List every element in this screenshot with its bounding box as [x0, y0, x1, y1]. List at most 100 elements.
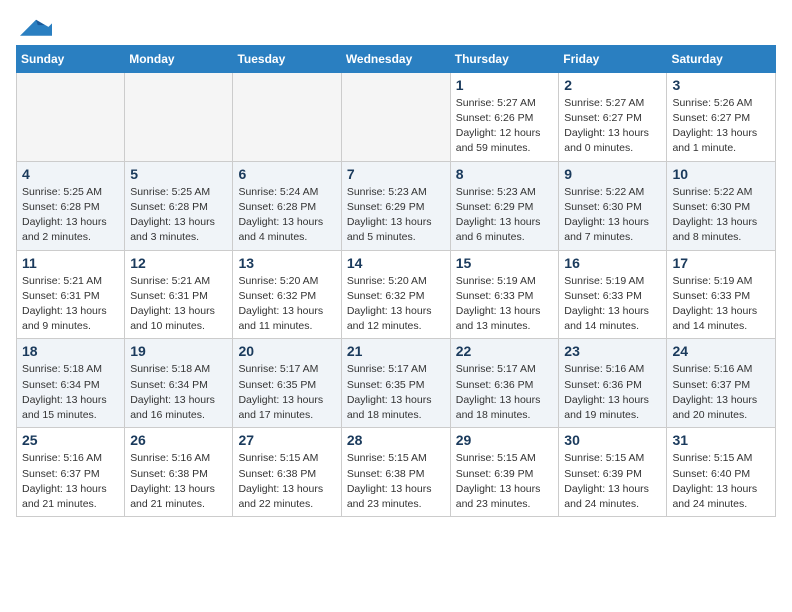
day-number: 14	[347, 255, 445, 271]
day-number: 24	[672, 343, 770, 359]
day-number: 6	[238, 166, 335, 182]
day-info: Sunrise: 5:21 AMSunset: 6:31 PMDaylight:…	[22, 274, 119, 335]
calendar-cell: 24Sunrise: 5:16 AMSunset: 6:37 PMDayligh…	[667, 339, 776, 428]
calendar-cell: 22 Sunrise: 5:17 AMSunset: 6:36 PMDayligh…	[450, 339, 559, 428]
calendar-cell: 21Sunrise: 5:17 AMSunset: 6:35 PMDayligh…	[341, 339, 450, 428]
calendar-cell: 19 Sunrise: 5:18 AMSunset: 6:34 PMDayligh…	[125, 339, 233, 428]
day-number: 22	[456, 343, 554, 359]
day-info: Sunrise: 5:21 AMSunset: 6:31 PMDaylight:…	[130, 274, 227, 335]
calendar-row: 11 Sunrise: 5:21 AMSunset: 6:31 PMDayligh…	[17, 250, 776, 339]
calendar-cell: 20Sunrise: 5:17 AMSunset: 6:35 PMDayligh…	[233, 339, 341, 428]
day-info: Sunrise: 5:18 AMSunset: 6:34 PMDaylight:…	[22, 362, 119, 423]
day-number: 28	[347, 432, 445, 448]
logo-text	[16, 16, 52, 41]
day-info: Sunrise: 5:15 AMSunset: 6:38 PMDaylight:…	[347, 451, 445, 512]
calendar-cell: 3Sunrise: 5:26 AMSunset: 6:27 PMDaylight…	[667, 72, 776, 161]
day-number: 18	[22, 343, 119, 359]
calendar-cell: 2 Sunrise: 5:27 AMSunset: 6:27 PMDaylight…	[559, 72, 667, 161]
day-number: 10	[672, 166, 770, 182]
day-info: Sunrise: 5:17 AMSunset: 6:36 PMDaylight:…	[456, 362, 554, 423]
weekday-header: Wednesday	[341, 45, 450, 72]
day-info: Sunrise: 5:17 AMSunset: 6:35 PMDaylight:…	[238, 362, 335, 423]
calendar-cell: 26 Sunrise: 5:16 AMSunset: 6:38 PMDayligh…	[125, 428, 233, 517]
day-number: 8	[456, 166, 554, 182]
day-number: 11	[22, 255, 119, 271]
calendar-cell	[341, 72, 450, 161]
calendar-cell: 31 Sunrise: 5:15 AMSunset: 6:40 PMDayligh…	[667, 428, 776, 517]
calendar-cell: 7Sunrise: 5:23 AMSunset: 6:29 PMDaylight…	[341, 161, 450, 250]
day-number: 7	[347, 166, 445, 182]
calendar-cell: 30 Sunrise: 5:15 AMSunset: 6:39 PMDayligh…	[559, 428, 667, 517]
calendar-cell: 28 Sunrise: 5:15 AMSunset: 6:38 PMDayligh…	[341, 428, 450, 517]
calendar-header-row: SundayMondayTuesdayWednesdayThursdayFrid…	[17, 45, 776, 72]
calendar-cell: 12 Sunrise: 5:21 AMSunset: 6:31 PMDayligh…	[125, 250, 233, 339]
calendar-cell: 6 Sunrise: 5:24 AMSunset: 6:28 PMDaylight…	[233, 161, 341, 250]
calendar-cell: 27Sunrise: 5:15 AMSunset: 6:38 PMDayligh…	[233, 428, 341, 517]
day-number: 21	[347, 343, 445, 359]
calendar-cell: 14 Sunrise: 5:20 AMSunset: 6:32 PMDayligh…	[341, 250, 450, 339]
day-info: Sunrise: 5:15 AMSunset: 6:40 PMDaylight:…	[672, 451, 770, 512]
day-info: Sunrise: 5:15 AMSunset: 6:39 PMDaylight:…	[564, 451, 661, 512]
day-number: 25	[22, 432, 119, 448]
calendar-cell: 1 Sunrise: 5:27 AMSunset: 6:26 PMDaylight…	[450, 72, 559, 161]
day-number: 15	[456, 255, 554, 271]
day-number: 12	[130, 255, 227, 271]
weekday-header: Sunday	[17, 45, 125, 72]
weekday-header: Friday	[559, 45, 667, 72]
calendar-cell: 5Sunrise: 5:25 AMSunset: 6:28 PMDaylight…	[125, 161, 233, 250]
day-number: 30	[564, 432, 661, 448]
day-info: Sunrise: 5:25 AMSunset: 6:28 PMDaylight:…	[22, 185, 119, 246]
day-info: Sunrise: 5:19 AMSunset: 6:33 PMDaylight:…	[564, 274, 661, 335]
day-number: 23	[564, 343, 661, 359]
day-info: Sunrise: 5:18 AMSunset: 6:34 PMDaylight:…	[130, 362, 227, 423]
calendar-cell: 16Sunrise: 5:19 AMSunset: 6:33 PMDayligh…	[559, 250, 667, 339]
day-info: Sunrise: 5:25 AMSunset: 6:28 PMDaylight:…	[130, 185, 227, 246]
calendar-cell: 17Sunrise: 5:19 AMSunset: 6:33 PMDayligh…	[667, 250, 776, 339]
day-number: 4	[22, 166, 119, 182]
calendar-row: 25Sunrise: 5:16 AMSunset: 6:37 PMDayligh…	[17, 428, 776, 517]
day-info: Sunrise: 5:23 AMSunset: 6:29 PMDaylight:…	[456, 185, 554, 246]
calendar-cell: 8 Sunrise: 5:23 AMSunset: 6:29 PMDaylight…	[450, 161, 559, 250]
day-info: Sunrise: 5:22 AMSunset: 6:30 PMDaylight:…	[672, 185, 770, 246]
day-info: Sunrise: 5:20 AMSunset: 6:32 PMDaylight:…	[238, 274, 335, 335]
calendar-cell	[125, 72, 233, 161]
calendar-cell: 13 Sunrise: 5:20 AMSunset: 6:32 PMDayligh…	[233, 250, 341, 339]
calendar-cell: 29 Sunrise: 5:15 AMSunset: 6:39 PMDayligh…	[450, 428, 559, 517]
day-number: 13	[238, 255, 335, 271]
day-number: 3	[672, 77, 770, 93]
logo-icon	[20, 16, 52, 36]
day-info: Sunrise: 5:27 AMSunset: 6:27 PMDaylight:…	[564, 96, 661, 157]
day-number: 26	[130, 432, 227, 448]
calendar-cell: 10 Sunrise: 5:22 AMSunset: 6:30 PMDayligh…	[667, 161, 776, 250]
day-number: 9	[564, 166, 661, 182]
weekday-header: Saturday	[667, 45, 776, 72]
day-number: 2	[564, 77, 661, 93]
day-info: Sunrise: 5:27 AMSunset: 6:26 PMDaylight:…	[456, 96, 554, 157]
day-info: Sunrise: 5:16 AMSunset: 6:38 PMDaylight:…	[130, 451, 227, 512]
day-number: 31	[672, 432, 770, 448]
calendar-row: 1 Sunrise: 5:27 AMSunset: 6:26 PMDaylight…	[17, 72, 776, 161]
day-info: Sunrise: 5:15 AMSunset: 6:39 PMDaylight:…	[456, 451, 554, 512]
calendar-row: 18 Sunrise: 5:18 AMSunset: 6:34 PMDayligh…	[17, 339, 776, 428]
day-info: Sunrise: 5:22 AMSunset: 6:30 PMDaylight:…	[564, 185, 661, 246]
calendar-cell: 15 Sunrise: 5:19 AMSunset: 6:33 PMDayligh…	[450, 250, 559, 339]
day-number: 29	[456, 432, 554, 448]
day-info: Sunrise: 5:24 AMSunset: 6:28 PMDaylight:…	[238, 185, 335, 246]
calendar-cell: 23Sunrise: 5:16 AMSunset: 6:36 PMDayligh…	[559, 339, 667, 428]
calendar-cell: 4 Sunrise: 5:25 AMSunset: 6:28 PMDaylight…	[17, 161, 125, 250]
day-number: 19	[130, 343, 227, 359]
day-info: Sunrise: 5:19 AMSunset: 6:33 PMDaylight:…	[672, 274, 770, 335]
page-header	[16, 16, 776, 37]
day-info: Sunrise: 5:19 AMSunset: 6:33 PMDaylight:…	[456, 274, 554, 335]
day-info: Sunrise: 5:20 AMSunset: 6:32 PMDaylight:…	[347, 274, 445, 335]
logo	[16, 16, 52, 37]
weekday-header: Monday	[125, 45, 233, 72]
day-number: 27	[238, 432, 335, 448]
weekday-header: Thursday	[450, 45, 559, 72]
calendar-cell: 18 Sunrise: 5:18 AMSunset: 6:34 PMDayligh…	[17, 339, 125, 428]
day-number: 1	[456, 77, 554, 93]
calendar-row: 4 Sunrise: 5:25 AMSunset: 6:28 PMDaylight…	[17, 161, 776, 250]
weekday-header: Tuesday	[233, 45, 341, 72]
calendar-table: SundayMondayTuesdayWednesdayThursdayFrid…	[16, 45, 776, 517]
calendar-cell: 9 Sunrise: 5:22 AMSunset: 6:30 PMDaylight…	[559, 161, 667, 250]
